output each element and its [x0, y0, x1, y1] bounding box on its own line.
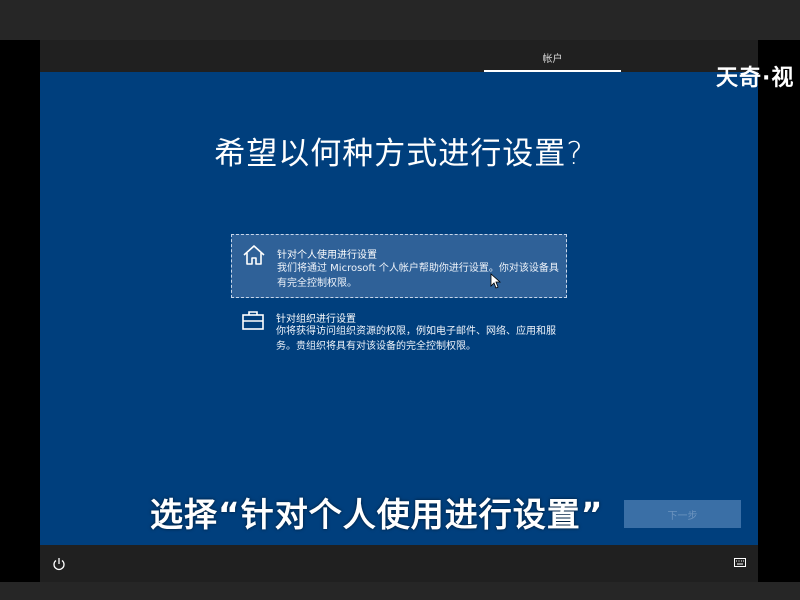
mouse-cursor-icon	[490, 273, 501, 289]
video-bottom-band	[0, 582, 800, 600]
video-right-band	[758, 40, 800, 582]
bottom-bar	[40, 545, 758, 582]
option-organization[interactable]: 针对组织进行设置 你将获得访问组织资源的权限，例如电子邮件、网络、应用和服务。贵…	[231, 306, 567, 360]
option-title: 针对个人使用进行设置	[277, 250, 377, 261]
video-caption: 选择“针对个人使用进行设置”	[150, 495, 604, 534]
keyboard-icon[interactable]	[734, 558, 746, 567]
home-icon	[243, 245, 265, 265]
option-description: 你将获得访问组织资源的权限，例如电子邮件、网络、应用和服务。贵组织将具有对该设备…	[276, 326, 556, 352]
tab-account[interactable]: 帐户	[484, 50, 621, 65]
option-personal-use[interactable]: 针对个人使用进行设置 我们将通过 Microsoft 个人帐户帮助你进行设置。你…	[231, 234, 567, 298]
option-description: 我们将通过 Microsoft 个人帐户帮助你进行设置。你对该设备具有完全控制权…	[277, 263, 559, 289]
active-tab-indicator	[484, 70, 621, 72]
next-button[interactable]: 下一步	[624, 500, 741, 528]
video-left-band	[0, 40, 40, 582]
top-nav-bar: 帐户	[40, 40, 758, 72]
video-watermark: 天奇·视	[716, 66, 795, 91]
page-title: 希望以何种方式进行设置?	[214, 136, 584, 172]
video-top-band	[0, 0, 800, 40]
power-icon[interactable]	[52, 557, 66, 571]
briefcase-icon	[242, 311, 264, 330]
option-title: 针对组织进行设置	[276, 314, 356, 325]
